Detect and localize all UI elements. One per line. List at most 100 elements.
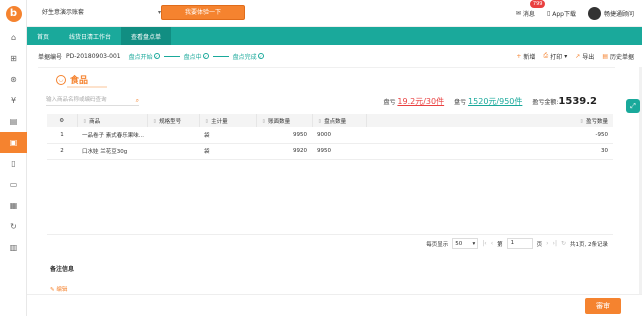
sidebar-clipboard-icon[interactable]: ▯ — [0, 153, 27, 174]
sidebar-recycle-icon[interactable]: ↻ — [0, 216, 27, 237]
sort-icon: ⇕ — [82, 118, 88, 125]
sidebar-inventory-icon[interactable]: ▣ — [0, 132, 27, 153]
col-unit[interactable]: ⇕ 主计量 — [199, 114, 257, 127]
tab-workbench[interactable]: 线货日清工作台 — [59, 27, 121, 45]
logo-icon: b — [5, 5, 22, 22]
first-page-icon[interactable]: |‹ — [482, 240, 486, 247]
prev-page-icon[interactable]: ‹ — [491, 240, 493, 247]
sidebar-cart-icon[interactable]: ⊞ — [0, 48, 27, 69]
row-diff: -950 — [366, 127, 613, 144]
table-row[interactable]: 2 口水娃 兰花豆30g 袋 9920 9950 30 — [47, 143, 613, 160]
history-label: 历史单据 — [609, 53, 634, 61]
gain-value[interactable]: 1520元/950件 — [468, 97, 522, 106]
topbar-right: ✉ 799 消息 ▯ App下载 畅捷通顾问 — [516, 0, 634, 27]
row-count-qty[interactable]: 9950 — [312, 143, 366, 160]
row-unit: 袋 — [199, 127, 256, 144]
history-button[interactable]: ▤ 历史单据 — [602, 52, 634, 61]
sidebar-card-icon[interactable]: ▦ — [0, 195, 27, 216]
sidebar-home-icon[interactable]: ⌂ — [0, 27, 27, 48]
search-input[interactable]: 输入商品名称或编码查询 ⌕ — [46, 95, 139, 106]
col-count-qty[interactable]: ⇕ 盘点数量 — [312, 114, 367, 127]
app-download[interactable]: ▯ App下载 — [547, 9, 576, 18]
doc-number: PD-20180903-001 — [66, 52, 121, 60]
chevron-down-icon: ▾ — [564, 52, 568, 60]
items-table: ⚙ ⇕ 商品 ⇕ 规格型号 ⇕ 主计量 ⇕ 账面数量 ⇕ 盘点数量 ⇕ 盈亏数量 1 一品卷… — [47, 114, 613, 160]
row-spec — [147, 143, 199, 160]
col-product[interactable]: ⇕ 商品 — [77, 114, 148, 127]
col-spec[interactable]: ⇕ 规格型号 — [147, 114, 200, 127]
per-page-select[interactable]: 50 ▾ — [452, 238, 479, 249]
submit-button[interactable]: 審审 — [585, 298, 621, 314]
app-download-label: App下载 — [552, 11, 576, 18]
tab-home[interactable]: 首页 — [27, 27, 59, 45]
print-button[interactable]: ⎙ 打印 ▾ — [543, 52, 567, 61]
row-diff: 30 — [366, 143, 613, 160]
col-product-label: 商品 — [89, 118, 101, 125]
sort-icon: ⇕ — [152, 118, 158, 125]
user-menu[interactable]: 畅捷通顾问 — [587, 7, 634, 20]
gain-label: 盘亏 — [454, 99, 467, 106]
avatar — [587, 7, 601, 20]
step-progress-label: 盘点中 — [183, 53, 202, 61]
doc-number-label: 单据编号 — [38, 53, 63, 61]
col-diff[interactable]: ⇕ 盈亏数量 — [366, 114, 613, 127]
sidebar-report-icon[interactable]: ▥ — [0, 237, 27, 258]
pager-summary: 共1页, 2条记录 — [570, 241, 608, 248]
col-unit-label: 主计量 — [211, 118, 228, 125]
loss-value[interactable]: 19.2元/30件 — [397, 97, 444, 106]
col-book-qty-label: 账面数量 — [268, 118, 291, 125]
page-input[interactable]: 1 — [506, 238, 533, 249]
experience-button[interactable]: 我要体验一下 — [161, 5, 245, 20]
col-book-qty[interactable]: ⇕ 账面数量 — [256, 114, 313, 127]
total-label: 盈亏金额: — [532, 99, 559, 106]
app-logo[interactable]: b — [0, 0, 27, 27]
add-button[interactable]: + 新增 — [516, 52, 535, 61]
check-icon: ✓ — [153, 53, 160, 59]
remark-label: 备注信息 — [50, 266, 75, 273]
tab-view-stocktake[interactable]: 查看盘点单 — [121, 27, 172, 45]
shop-name: 好生意演示账套 — [42, 9, 85, 16]
sidebar-document-icon[interactable]: ▭ — [0, 174, 27, 195]
page-suffix: 页 — [536, 241, 543, 248]
sort-icon: ⇕ — [261, 118, 267, 125]
total-value: 1539.2 — [558, 96, 597, 107]
settings-icon[interactable]: ⚙ — [47, 114, 78, 127]
col-spec-label: 规格型号 — [159, 118, 182, 125]
sort-icon: ⇕ — [204, 118, 210, 125]
expand-icon[interactable]: ⤢ — [626, 99, 640, 113]
row-unit: 袋 — [199, 143, 256, 160]
edit-remark-link[interactable]: ✎ 编辑 — [50, 285, 67, 293]
sidebar-chart-icon[interactable]: ▤ — [0, 111, 27, 132]
sidebar-box-icon[interactable]: ⊛ — [0, 69, 27, 90]
export-button[interactable]: ↗ 导出 — [575, 52, 594, 61]
search-placeholder: 输入商品名称或编码查询 — [46, 97, 107, 103]
per-page-label: 每页显示 — [426, 241, 449, 248]
step-start-label: 盘点开始 — [128, 53, 153, 61]
history-icon: ▤ — [602, 52, 608, 60]
user-name: 畅捷通顾问 — [603, 11, 634, 18]
sidebar-money-icon[interactable]: ¥ — [0, 90, 27, 111]
search-icon[interactable]: ⌕ — [136, 95, 139, 106]
check-icon: ✓ — [257, 53, 264, 59]
step-start: 盘点开始 ✓ — [129, 52, 160, 61]
stocktake-card: ◡ 食品 输入商品名称或编码查询 ⌕ 盘亏 19.2元/30件 盘亏 1520元… — [38, 67, 615, 294]
total-group: 盈亏金额:1539.2 — [532, 96, 597, 107]
next-page-icon[interactable]: › — [546, 240, 548, 247]
last-page-icon[interactable]: ›| — [553, 240, 557, 247]
refresh-icon[interactable]: ↻ — [561, 240, 566, 247]
messages[interactable]: ✉ 799 消息 — [515, 0, 546, 18]
message-icon: ✉ — [515, 10, 521, 17]
shop-select[interactable]: 好生意演示账套 ▾ — [37, 6, 165, 20]
phone-icon: ▯ — [546, 10, 551, 17]
messages-label: 消息 — [522, 11, 535, 18]
sort-icon: ⇕ — [317, 118, 323, 125]
export-label: 导出 — [582, 53, 595, 61]
row-count-qty[interactable]: 9000 — [312, 127, 366, 144]
page-prefix: 第 — [497, 241, 503, 248]
col-diff-label: 盈亏数量 — [585, 118, 608, 125]
col-count-qty-label: 盘点数量 — [324, 118, 347, 125]
topbar: 好生意演示账套 ▾ 我要体验一下 ✉ 799 消息 ▯ App下载 畅捷通顾问 — [27, 0, 642, 27]
document-info: 单据编号 PD-20180903-001 盘点开始 ✓ 盘点中 ✓ 盘点完成 ✓ + 新… — [27, 45, 642, 67]
table-row[interactable]: 1 一品卷子 素式春乐果味... 袋 9950 9000 -950 — [47, 127, 613, 144]
print-icon: ⎙ — [543, 52, 549, 59]
